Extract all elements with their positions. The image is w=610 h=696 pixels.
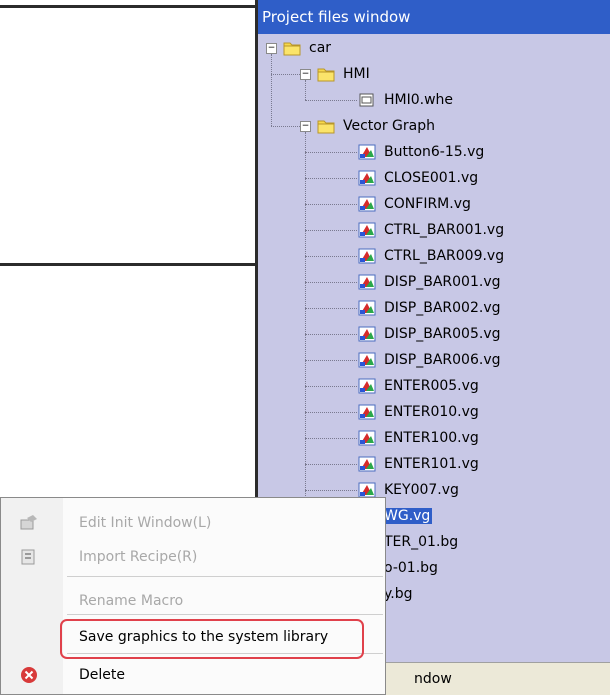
menu-separator <box>67 614 383 615</box>
tree-item-car[interactable]: − car <box>266 36 333 60</box>
tree-connector <box>271 54 272 126</box>
window-edit-icon <box>19 514 39 532</box>
context-menu: Edit Init Window(L) Import Recipe(R) Renam… <box>0 497 386 695</box>
tree-item-vg-file[interactable]: DISP_BAR005.vg <box>358 322 503 346</box>
tree-item-label: ENTER005.vg <box>384 378 479 394</box>
folder-icon <box>317 66 335 82</box>
vector-graph-icon <box>358 482 376 498</box>
tree-item-label: ENTER010.vg <box>384 404 479 420</box>
collapse-toggle-icon[interactable]: − <box>300 120 311 132</box>
tree-connector <box>305 282 357 283</box>
tree-connector <box>305 230 357 231</box>
tree-item-vg-file[interactable]: CTRL_BAR009.vg <box>358 244 506 268</box>
collapse-toggle-icon[interactable]: − <box>300 68 311 80</box>
highlight-annotation <box>60 619 364 659</box>
menu-separator <box>67 576 383 577</box>
tree-connector <box>305 204 357 205</box>
vector-graph-icon <box>358 456 376 472</box>
tree-connector <box>305 80 306 100</box>
tree-item-vg-file[interactable]: CONFIRM.vg <box>358 192 473 216</box>
tree-item-label: o-01.bg <box>384 560 438 576</box>
tree-item-hmi[interactable]: − HMI <box>300 62 372 86</box>
vector-graph-icon <box>358 300 376 316</box>
tree-connector <box>305 334 357 335</box>
tree-item-label: CTRL_BAR009.vg <box>384 248 505 264</box>
tree-item-label: DISP_BAR005.vg <box>384 326 501 342</box>
tree-connector <box>305 100 357 101</box>
vector-graph-icon <box>358 404 376 420</box>
menu-item-import-recipe[interactable]: Import Recipe(R) <box>1 540 385 574</box>
vector-graph-icon <box>358 326 376 342</box>
divider-middle <box>0 263 258 266</box>
tree-item-label: TER_01.bg <box>384 534 459 550</box>
tree-item-label: DISP_BAR002.vg <box>384 300 501 316</box>
tree-connector <box>305 360 357 361</box>
folder-icon <box>283 40 301 56</box>
tree-item-label: car <box>309 40 332 56</box>
vector-graph-icon <box>358 274 376 290</box>
tree-connector <box>305 152 357 153</box>
vector-graph-icon <box>358 430 376 446</box>
folder-icon <box>317 118 335 134</box>
menu-item-label: Delete <box>79 667 125 683</box>
recipe-import-icon <box>19 548 39 566</box>
tree-item-label: ENTER101.vg <box>384 456 479 472</box>
tree-item-vector-graph[interactable]: − Vector Graph <box>300 114 437 138</box>
panel-title: Project files window <box>258 0 610 34</box>
vector-graph-icon <box>358 352 376 368</box>
tree-connector <box>305 412 357 413</box>
menu-item-label: Edit Init Window(L) <box>79 515 212 531</box>
tree-connector <box>305 464 357 465</box>
menu-item-delete[interactable]: Delete <box>1 658 385 692</box>
tree-item-vg-file[interactable]: CTRL_BAR001.vg <box>358 218 506 242</box>
tree-item-vg-file[interactable]: DISP_BAR002.vg <box>358 296 503 320</box>
tree-connector <box>271 126 300 127</box>
tree-connector <box>271 74 300 75</box>
tree-item-label: WG.vg <box>382 508 433 524</box>
tree-item-label: CTRL_BAR001.vg <box>384 222 505 238</box>
delete-icon <box>19 666 39 684</box>
tree-item-label: KEY007.vg <box>384 482 459 498</box>
tree-item-label: Vector Graph <box>343 118 436 134</box>
tree-item-label: CLOSE001.vg <box>384 170 479 186</box>
tree-item-vg-file[interactable]: ENTER005.vg <box>358 374 481 398</box>
tree-item-label: DISP_BAR006.vg <box>384 352 501 368</box>
tree-item-vg-file[interactable]: ENTER100.vg <box>358 426 481 450</box>
tree-item-vg-file[interactable]: CLOSE001.vg <box>358 166 480 190</box>
tree-connector <box>305 308 357 309</box>
tree-connector <box>305 490 357 491</box>
tree-item-label: ENTER100.vg <box>384 430 479 446</box>
tree-item-vg-file[interactable]: ENTER101.vg <box>358 452 481 476</box>
tree-connector <box>305 178 357 179</box>
vector-graph-icon <box>358 378 376 394</box>
vector-graph-icon <box>358 248 376 264</box>
vector-graph-icon <box>358 222 376 238</box>
menu-item-label: Rename Macro <box>79 593 184 609</box>
tree-item-label: Button6-15.vg <box>384 144 485 160</box>
tree-item-label: HMI <box>343 66 370 82</box>
tree-connector <box>305 256 357 257</box>
tree-item-label: HMI0.whe <box>384 92 454 108</box>
tree-item-vg-file[interactable]: DISP_BAR001.vg <box>358 270 503 294</box>
tree-item-label: CONFIRM.vg <box>384 196 471 212</box>
vector-graph-icon <box>358 196 376 212</box>
menu-item-edit-init-window[interactable]: Edit Init Window(L) <box>1 506 385 540</box>
menu-item-label: Import Recipe(R) <box>79 549 198 565</box>
tree-item-vg-file[interactable]: ENTER010.vg <box>358 400 481 424</box>
tree-item-vg-file[interactable]: DISP_BAR006.vg <box>358 348 503 372</box>
collapse-toggle-icon[interactable]: − <box>266 42 277 54</box>
tree-item-hmi0[interactable]: HMI0.whe <box>358 88 455 112</box>
tree-item-vg-file[interactable]: Button6-15.vg <box>358 140 486 164</box>
vector-graph-icon <box>358 170 376 186</box>
vector-graph-icon <box>358 144 376 160</box>
tree-connector <box>305 386 357 387</box>
window-file-icon <box>358 92 376 108</box>
window-tab-label: ndow <box>414 671 452 687</box>
tree-connector <box>305 438 357 439</box>
menu-item-rename-macro[interactable]: Rename Macro <box>1 584 385 618</box>
tree-item-label: y.bg <box>384 586 413 602</box>
tree-item-label: DISP_BAR001.vg <box>384 274 501 290</box>
divider-top <box>0 5 258 8</box>
